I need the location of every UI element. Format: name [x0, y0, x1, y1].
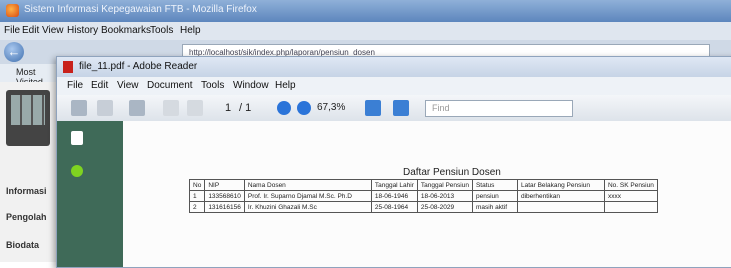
col-header-latar-belakang: Latar Belakang Pensiun: [516, 179, 605, 191]
cell-tanggal-lahir: 25-08-1964: [370, 201, 418, 213]
reader-navigation-pane: [57, 121, 123, 267]
firefox-window-title: Sistem Informasi Kepegawaian FTB - Mozil…: [24, 4, 257, 15]
firefox-titlebar: Sistem Informasi Kepegawaian FTB - Mozil…: [0, 0, 731, 22]
next-page-icon[interactable]: [187, 100, 203, 116]
attachments-panel-icon[interactable]: [71, 165, 83, 177]
cell-nama: Prof. Ir. Suparno Djamal M.Sc. Ph.D: [243, 190, 372, 202]
cell-no-sk: xxxx: [603, 190, 658, 202]
col-header-tanggal-pensiun: Tanggal Pensiun: [416, 179, 473, 191]
document-title: Daftar Pensiun Dosen: [403, 167, 501, 178]
cell-nama: Ir. Khuzini Ghazali M.Sc: [243, 201, 372, 213]
cell-status: pensiun: [471, 190, 518, 202]
web-page-sidebar: Informasi Pengolah Biodata: [0, 82, 60, 262]
reader-menu-edit[interactable]: Edit: [91, 80, 108, 91]
firefox-menu-file[interactable]: File: [4, 25, 20, 36]
col-header-no-sk: No. SK Pensiun: [603, 179, 658, 191]
cell-tanggal-pensiun: 25-08-2029: [416, 201, 473, 213]
zoom-level[interactable]: 67,3%: [317, 100, 345, 116]
col-header-no: No: [188, 179, 206, 191]
site-logo: [6, 90, 50, 146]
reader-menu-view[interactable]: View: [117, 80, 139, 91]
cell-latar-belakang: diberhentikan: [516, 190, 605, 202]
pensiun-table: No NIP Nama Dosen Tanggal Lahir Tanggal …: [188, 179, 658, 213]
pdf-page: Daftar Pensiun Dosen No NIP Nama Dosen T…: [123, 121, 731, 267]
page-total: / 1: [239, 102, 252, 114]
attach-icon[interactable]: [129, 100, 145, 116]
reader-menubar: File Edit View Document Tools Window Hel…: [57, 77, 731, 95]
zoom-in-icon[interactable]: [297, 101, 311, 115]
sidebar-item-pengolah[interactable]: Pengolah: [6, 212, 47, 222]
back-arrow-icon[interactable]: ←: [4, 42, 24, 62]
firefox-menubar: File Edit View History Bookmarks Tools H…: [0, 22, 731, 40]
reader-titlebar: file_11.pdf - Adobe Reader: [57, 57, 731, 77]
reader-window-title: file_11.pdf - Adobe Reader: [79, 61, 198, 72]
cell-tanggal-pensiun: 18-06-2013: [416, 190, 473, 202]
cell-nip: 131616156: [204, 201, 245, 213]
fit-page-icon[interactable]: [365, 100, 381, 116]
sidebar-item-informasi[interactable]: Informasi: [6, 186, 47, 196]
adobe-reader-window: file_11.pdf - Adobe Reader File Edit Vie…: [56, 56, 731, 268]
prev-page-icon[interactable]: [163, 100, 179, 116]
page-number-input[interactable]: 1: [225, 100, 231, 116]
firefox-menu-bookmarks[interactable]: Bookmarks: [101, 25, 151, 36]
pdf-file-icon: [63, 61, 73, 73]
firefox-menu-help[interactable]: Help: [180, 25, 201, 36]
table-row: 1 133568610 Prof. Ir. Suparno Djamal M.S…: [188, 190, 658, 202]
reader-menu-tools[interactable]: Tools: [201, 80, 224, 91]
firefox-menu-history[interactable]: History: [67, 25, 98, 36]
col-header-status: Status: [471, 179, 518, 191]
cell-no-sk: [603, 201, 658, 213]
reader-menu-window[interactable]: Window: [233, 80, 269, 91]
zoom-out-icon[interactable]: [277, 101, 291, 115]
firefox-menu-tools[interactable]: Tools: [150, 25, 173, 36]
firefox-menu-edit[interactable]: Edit: [22, 25, 39, 36]
email-icon[interactable]: [97, 100, 113, 116]
cell-no: 1: [188, 190, 206, 202]
document-area: Daftar Pensiun Dosen No NIP Nama Dosen T…: [123, 121, 731, 267]
bookmarks-toolbar: Most Visited: [0, 64, 60, 87]
reader-toolbar: 1 / 1 67,3% Find: [57, 95, 731, 122]
fit-width-icon[interactable]: [393, 100, 409, 116]
col-header-tanggal-lahir: Tanggal Lahir: [370, 179, 418, 191]
find-input[interactable]: Find: [425, 100, 573, 117]
col-header-nip: NIP: [204, 179, 245, 191]
col-header-nama-dosen: Nama Dosen: [243, 179, 372, 191]
cell-status: masih aktif: [471, 201, 518, 213]
reader-menu-document[interactable]: Document: [147, 80, 193, 91]
print-icon[interactable]: [71, 100, 87, 116]
cell-tanggal-lahir: 18-06-1946: [370, 190, 418, 202]
reader-menu-file[interactable]: File: [67, 80, 83, 91]
cell-no: 2: [188, 201, 206, 213]
table-header-row: No NIP Nama Dosen Tanggal Lahir Tanggal …: [188, 179, 658, 191]
cell-latar-belakang: [516, 201, 605, 213]
table-row: 2 131616156 Ir. Khuzini Ghazali M.Sc 25-…: [188, 201, 658, 213]
sidebar-item-biodata[interactable]: Biodata: [6, 240, 39, 250]
cell-nip: 133568610: [204, 190, 245, 202]
reader-menu-help[interactable]: Help: [275, 80, 296, 91]
pages-panel-icon[interactable]: [71, 131, 83, 145]
firefox-menu-view[interactable]: View: [42, 25, 64, 36]
firefox-icon: [6, 4, 19, 17]
